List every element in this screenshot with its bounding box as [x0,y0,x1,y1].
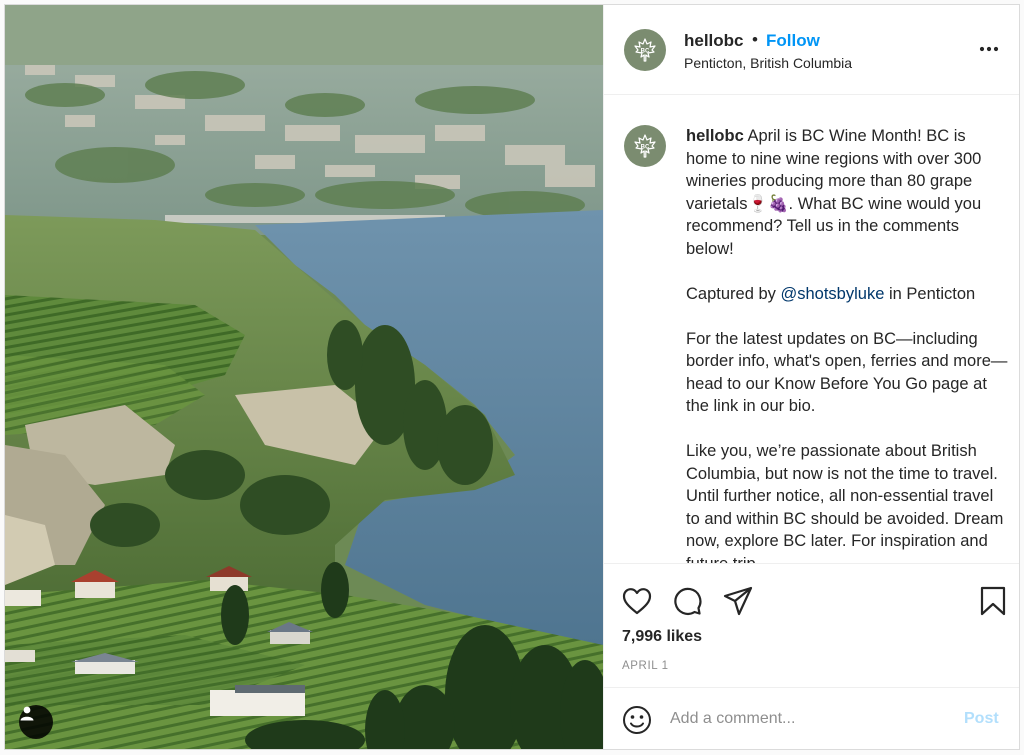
post-actions: 7,996 likes APRIL 1 [604,563,1019,687]
photo-credit-location: in Penticton [888,284,976,303]
more-options-button[interactable] [974,37,1004,61]
comment-input[interactable] [670,706,940,732]
more-options-icon [979,46,999,52]
save-button[interactable] [976,584,1010,618]
separator-dot: • [752,30,758,49]
landscape-photo [5,5,603,749]
caption-avatar[interactable]: BC [624,125,666,167]
paper-plane-icon [723,586,753,616]
svg-text:BC: BC [641,145,650,151]
maple-leaf-logo-icon: BC [634,134,656,158]
comment-bubble-icon [674,587,702,615]
like-button[interactable] [620,584,654,618]
post-comment-button[interactable]: Post [964,710,999,728]
maple-leaf-logo-icon: BC [634,38,656,62]
heart-icon [622,588,652,615]
bookmark-icon [980,586,1006,616]
post-date[interactable]: APRIL 1 [622,660,669,672]
caption-text: hellobc April is BC Wine Month! BC is ho… [686,125,1008,563]
post-header: BC hellobc • Follow Penticton, British C… [604,5,1019,95]
post-photo[interactable] [5,5,603,749]
username-link[interactable]: hellobc [684,31,744,51]
caption-paragraph: hellobc April is BC Wine Month! BC is ho… [686,125,1008,260]
comment-button[interactable] [670,584,704,618]
photo-credit-label: Captured by [686,284,776,303]
user-tag-button[interactable] [19,705,53,739]
caption-username[interactable]: hellobc [686,127,744,145]
post-side-panel: BC hellobc • Follow Penticton, British C… [603,5,1019,749]
svg-text:BC: BC [641,49,650,55]
follow-button[interactable]: Follow [766,31,820,51]
location-link[interactable]: Penticton, British Columbia [684,55,852,71]
caption-body: April is BC Wine Month! BC is home to ni… [686,127,982,258]
likes-count[interactable]: 7,996 likes [622,628,702,646]
instagram-post: BC hellobc • Follow Penticton, British C… [4,4,1020,750]
caption-paragraph: Captured by @shotsbyluke in Penticton [686,283,1008,306]
emoji-button[interactable] [620,703,654,737]
caption-paragraph: Like you, we’re passionate about British… [686,442,1004,563]
caption-scroll-area[interactable]: BC hellobc April is BC Wine Month! BC is… [604,95,1019,563]
avatar[interactable]: BC [624,29,666,71]
comment-bar: Post [604,687,1019,749]
mention-link[interactable]: @shotsbyluke [780,285,884,303]
smiley-icon [623,706,651,734]
user-icon [20,706,34,721]
caption-paragraph: For the latest updates on BC—including b… [686,329,1008,416]
share-button[interactable] [721,584,755,618]
